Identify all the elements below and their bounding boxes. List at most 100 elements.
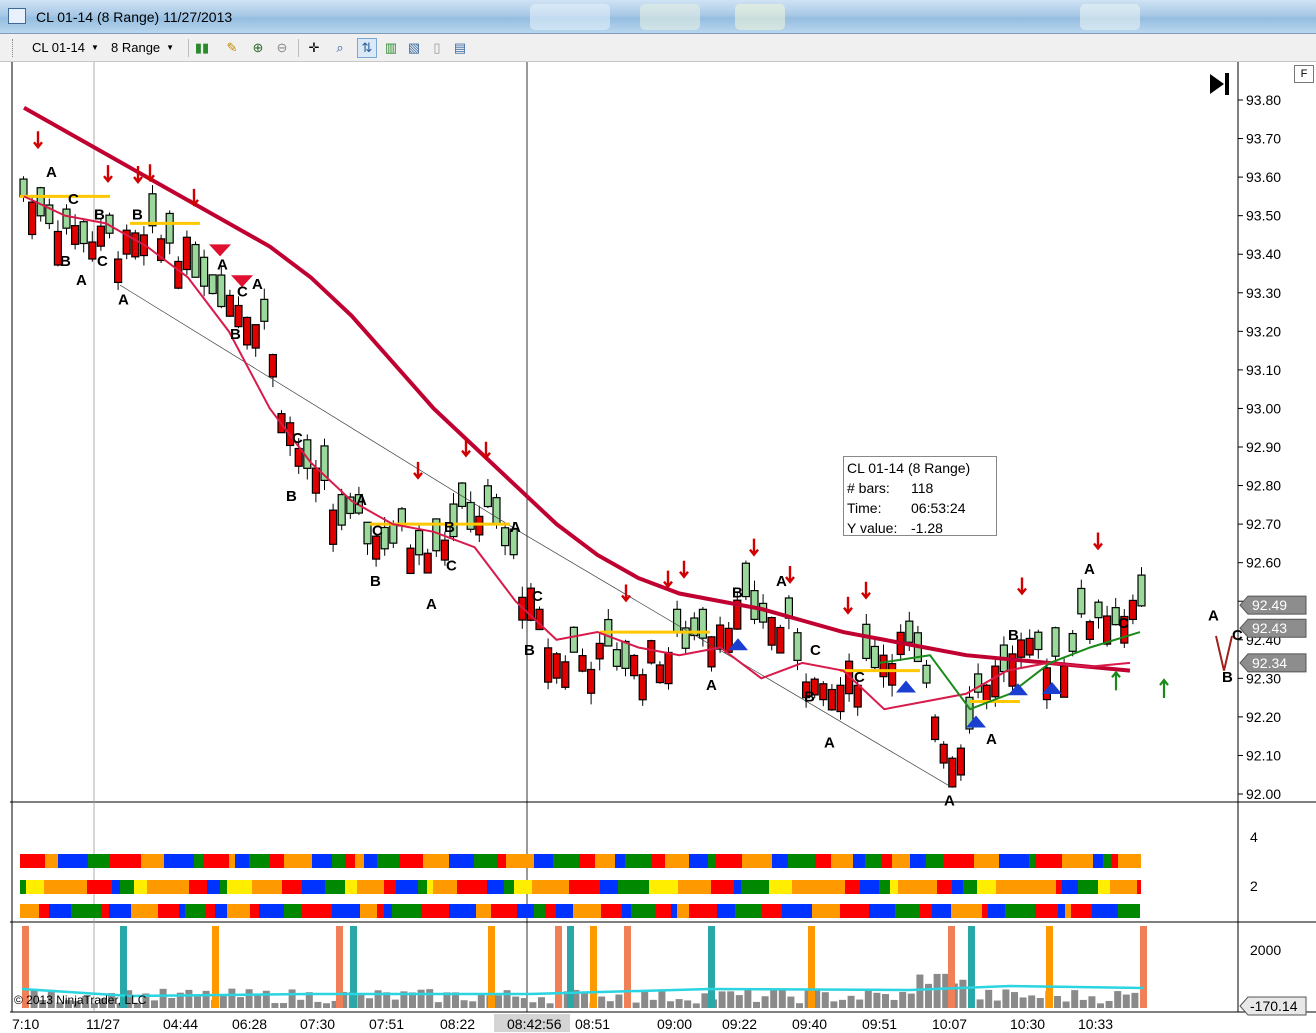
chart-trader-icon[interactable]: ⇅ bbox=[357, 38, 377, 58]
indicator-strip-cell bbox=[444, 880, 457, 894]
indicator-strip-cell bbox=[534, 854, 553, 868]
bar-style-icon[interactable]: ▮▮ bbox=[192, 38, 212, 58]
indicator-strip-cell bbox=[860, 880, 879, 894]
swing-label: B bbox=[230, 326, 241, 343]
scroll-end-icon[interactable] bbox=[1225, 73, 1229, 95]
swing-label: A bbox=[776, 573, 787, 590]
volume-bar bbox=[873, 992, 881, 1008]
pencil-icon[interactable]: ✎ bbox=[222, 38, 242, 58]
volume-bar bbox=[581, 991, 588, 1008]
volume-bar bbox=[615, 994, 623, 1008]
candle bbox=[113, 258, 123, 284]
volume-bar bbox=[512, 996, 520, 1008]
indicator-strip-cell bbox=[708, 854, 716, 868]
data-box-icon[interactable]: ▤ bbox=[450, 38, 470, 58]
indicator-strip-cell bbox=[951, 904, 982, 918]
swing-label: C bbox=[854, 669, 865, 686]
swing-label: A bbox=[706, 677, 717, 694]
indicator-strip-cell bbox=[332, 854, 345, 868]
price-tick-label: 92.30 bbox=[1246, 670, 1281, 686]
indicator-strip-cell bbox=[892, 854, 910, 868]
indicator-strip-cell bbox=[879, 880, 890, 894]
indicator-strip-cell bbox=[282, 880, 302, 894]
indicator-strip-cell bbox=[284, 854, 312, 868]
sell-arrow-icon bbox=[861, 581, 871, 600]
toolbar-grip[interactable] bbox=[12, 39, 15, 57]
indicator-strip-cell bbox=[926, 854, 944, 868]
time-tick-label: 08:42:56 bbox=[507, 1016, 562, 1032]
swing-label: C bbox=[372, 523, 383, 540]
zoom-icon[interactable]: ⌕ bbox=[330, 38, 350, 58]
indicator-strip-cell bbox=[134, 880, 147, 894]
candle bbox=[389, 523, 398, 544]
volume-bar bbox=[1071, 990, 1079, 1008]
indicator-strip-cell bbox=[20, 904, 39, 918]
scroll-end-icon[interactable] bbox=[1210, 74, 1224, 94]
taskbar-glass bbox=[640, 4, 700, 30]
indicator-strip-cell bbox=[782, 904, 812, 918]
swing-label: A bbox=[76, 272, 87, 289]
sell-arrow-icon bbox=[189, 188, 199, 207]
volume-bar bbox=[168, 997, 176, 1008]
properties-icon[interactable]: ▯ bbox=[427, 38, 447, 58]
volume-bar bbox=[770, 990, 778, 1008]
chart-area[interactable]: 93.80 93.70 93.60 93.50 93.40 93.30 93.20 93.10… bbox=[10, 62, 1316, 1033]
chart-f-button[interactable]: F bbox=[1294, 65, 1314, 83]
indicator-strip-cell bbox=[332, 904, 360, 918]
candle bbox=[767, 616, 776, 646]
sell-arrow-icon bbox=[145, 164, 155, 183]
indicator-strip-cell bbox=[944, 854, 974, 868]
period-dropdown[interactable]: 8 Range ▼ bbox=[111, 40, 174, 55]
candle bbox=[70, 225, 80, 245]
tooltip-row: # bars: 118 bbox=[847, 480, 934, 496]
swing-label: B bbox=[444, 519, 455, 536]
candle bbox=[905, 620, 914, 643]
indicator-strip-cell bbox=[622, 904, 631, 918]
volume-bar bbox=[1019, 997, 1027, 1008]
swing-label: B bbox=[1222, 669, 1233, 686]
indicator-axis-label: 2 bbox=[1250, 878, 1258, 894]
indicator-strip-cell bbox=[44, 880, 57, 894]
volume-bar bbox=[434, 1002, 442, 1008]
indicator-strip-cell bbox=[625, 854, 652, 868]
indicator-strip-cell bbox=[101, 904, 109, 918]
tooltip-row: Y value: -1.28 bbox=[847, 520, 943, 536]
indicator-strip-cell bbox=[418, 880, 427, 894]
swing-label: A bbox=[944, 793, 955, 810]
indicator-strip-cell bbox=[457, 880, 487, 894]
price-chart[interactable]: 93.80 93.70 93.60 93.50 93.40 93.30 93.20 93.10… bbox=[10, 62, 1316, 1033]
candle bbox=[96, 225, 106, 247]
indicator-strip-cell bbox=[792, 880, 816, 894]
sell-arrow-icon bbox=[1017, 577, 1027, 596]
candle bbox=[741, 562, 751, 598]
candle bbox=[268, 353, 277, 378]
volume-bar bbox=[890, 999, 898, 1008]
candle bbox=[225, 294, 234, 317]
magnify-plus-icon[interactable]: ⊕ bbox=[248, 38, 268, 58]
candle bbox=[569, 626, 579, 653]
indicators-icon[interactable]: ▥ bbox=[381, 38, 401, 58]
indicator-strip-cell bbox=[788, 854, 815, 868]
indicator-strip-cell bbox=[742, 854, 772, 868]
indicator-strip-cell bbox=[573, 904, 601, 918]
candle bbox=[1128, 599, 1138, 621]
indicator-strip-cell bbox=[427, 880, 433, 894]
candle bbox=[423, 552, 432, 574]
crosshair-icon[interactable]: ✛ bbox=[304, 38, 324, 58]
candle bbox=[251, 324, 260, 349]
taskbar-glass bbox=[1080, 4, 1140, 30]
indicator-strip-cell bbox=[109, 904, 131, 918]
candle bbox=[1068, 632, 1077, 652]
candle bbox=[165, 212, 174, 244]
volume-bar bbox=[245, 989, 253, 1008]
magnify-minus-icon[interactable]: ⊖ bbox=[272, 38, 292, 58]
indicator-strip-cell bbox=[377, 854, 399, 868]
candle bbox=[501, 527, 510, 547]
strategies-icon[interactable]: ▧ bbox=[404, 38, 424, 58]
volume-bar bbox=[632, 1002, 640, 1008]
instrument-dropdown[interactable]: CL 01-14 ▼ bbox=[32, 40, 99, 55]
indicator-strip-cell bbox=[1137, 880, 1141, 894]
indicator-strip-cell bbox=[678, 880, 687, 894]
candle bbox=[79, 221, 88, 245]
candle bbox=[750, 590, 759, 620]
